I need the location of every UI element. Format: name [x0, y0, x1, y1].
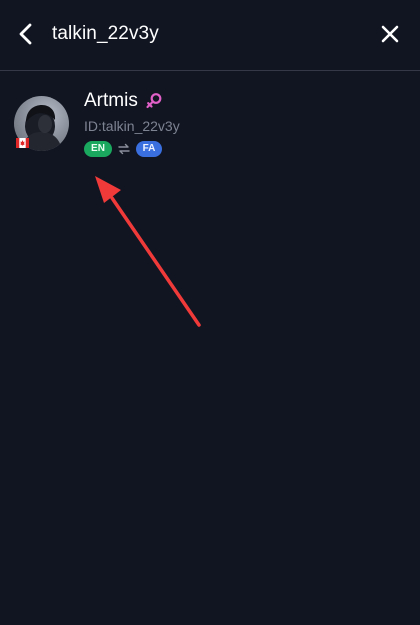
search-header: talkin_22v3y [0, 0, 420, 71]
chevron-left-icon [19, 23, 32, 45]
female-icon [146, 93, 162, 109]
native-language-badge: EN [84, 141, 112, 157]
user-id: ID:talkin_22v3y [84, 118, 180, 134]
back-button[interactable] [12, 18, 40, 50]
search-query[interactable]: talkin_22v3y [52, 19, 159, 49]
close-icon [381, 25, 399, 43]
swap-arrows-icon [118, 143, 130, 155]
user-display-name: Artmis [84, 90, 138, 111]
learning-language-badge: FA [136, 141, 162, 157]
close-button[interactable] [376, 19, 404, 49]
search-results-screen: talkin_22v3y Artmis ID:talkin_22v3y EN F… [0, 0, 420, 625]
user-result-row[interactable]: Artmis ID:talkin_22v3y EN FA [0, 80, 420, 170]
canada-flag-icon [16, 138, 29, 148]
